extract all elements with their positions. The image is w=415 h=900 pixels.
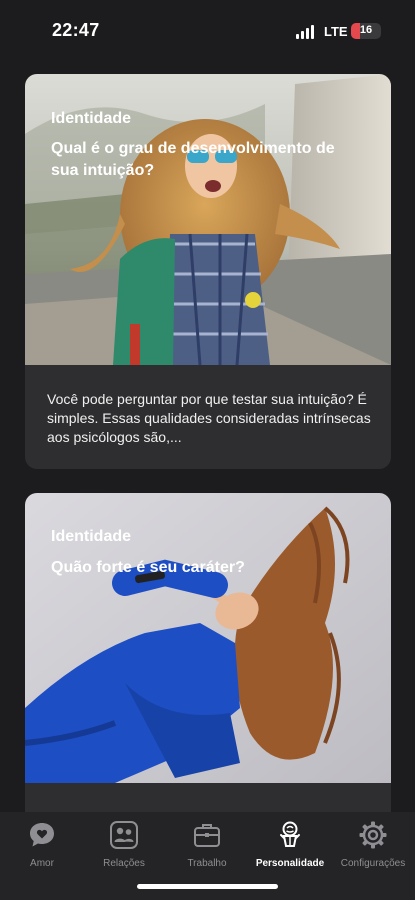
card-title: Qual é o grau de desenvolvimento de sua … (51, 140, 335, 179)
signal-icon (296, 25, 318, 39)
tab-amor[interactable]: Amor (0, 820, 87, 880)
battery-icon: 16 (351, 23, 381, 39)
people-icon (110, 821, 138, 849)
tab-label: Amor (30, 858, 54, 869)
tab-configuracoes[interactable]: Configurações (328, 820, 415, 880)
heart-chat-icon (30, 823, 54, 847)
gear-icon (359, 821, 387, 849)
status-time: 22:47 (52, 20, 100, 40)
tab-personalidade[interactable]: Personalidade (245, 820, 335, 880)
card-title: Quão forte é seu caráter? (51, 559, 245, 576)
network-type: LTE (324, 24, 348, 39)
card-category: Identidade (51, 110, 132, 127)
tab-relacoes[interactable]: Relações (79, 820, 169, 880)
tab-label: Personalidade (255, 858, 325, 869)
card-description: Você pode perguntar por que testar sua i… (47, 391, 371, 445)
status-bar: 22:47 LTE 16 (0, 0, 415, 62)
tab-label: Configurações (340, 858, 406, 869)
tab-label: Trabalho (187, 858, 227, 869)
tab-trabalho[interactable]: Trabalho (162, 820, 252, 880)
quiz-card-intuition[interactable]: Identidade Qual é o grau de desenvolvime… (25, 74, 391, 469)
brain-person-icon (280, 821, 300, 847)
card-category: Identidade (51, 528, 132, 545)
tab-label: Relações (103, 858, 145, 869)
home-indicator[interactable] (137, 884, 278, 889)
battery-level: 16 (359, 24, 373, 36)
briefcase-icon (194, 824, 220, 847)
quiz-card-character[interactable]: Identidade Quão forte é seu caráter? (25, 493, 391, 833)
